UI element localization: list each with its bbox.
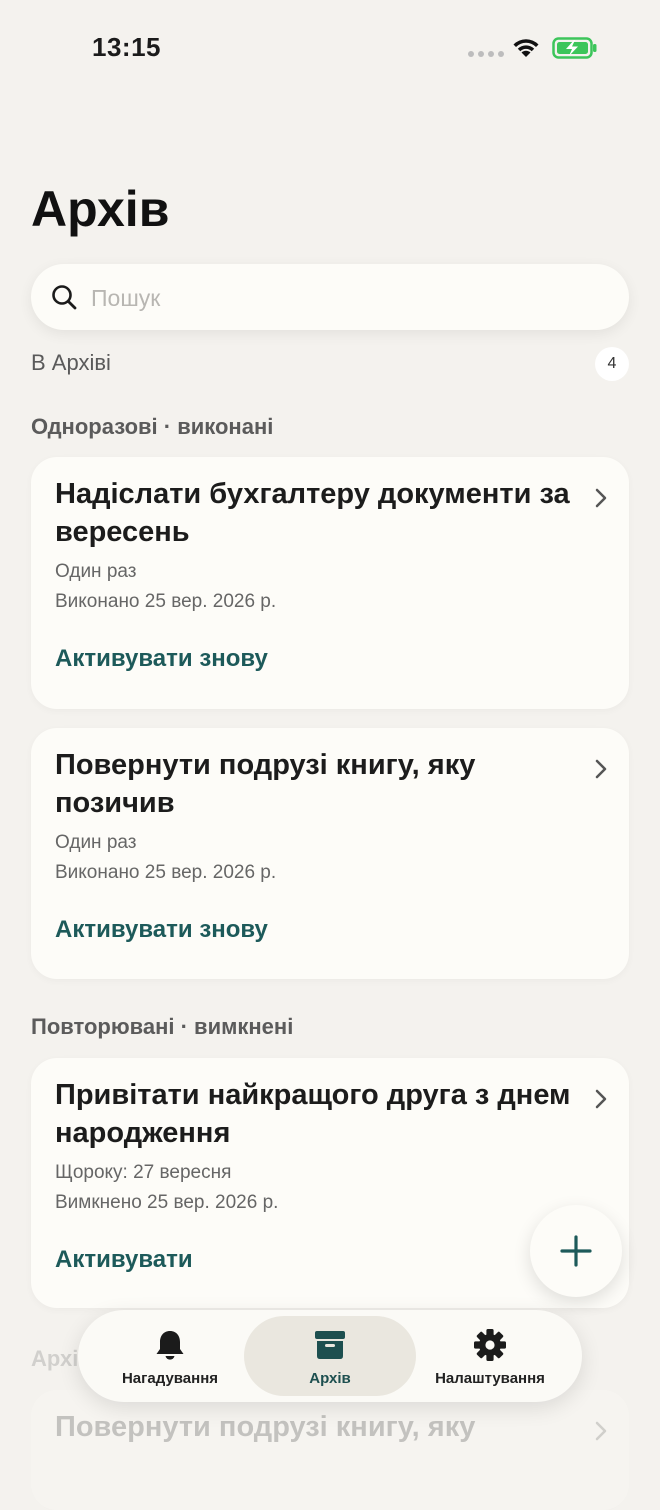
reminder-schedule: Один раз — [55, 561, 137, 582]
section-header-recurring-disabled: Повторювані · вимкнені — [31, 1014, 294, 1039]
reminder-card[interactable]: Повернути подрузі книгу, яку — [31, 1390, 629, 1510]
reminder-status: Виконано 25 вер. 2026 р. — [55, 862, 277, 883]
reminder-schedule: Щороку: 27 вересня — [55, 1162, 232, 1183]
reminder-title: Надіслати бухгалтеру документи за вересе… — [55, 478, 570, 548]
reminder-status: Вимкнено 25 вер. 2026 р. — [55, 1192, 279, 1213]
search-bar[interactable] — [31, 264, 629, 330]
archive-label: В Архіві — [31, 350, 111, 375]
reminder-title: Привітати найкращого друга з днем народж… — [55, 1079, 571, 1149]
activate-button[interactable]: Активувати — [55, 1246, 193, 1274]
tab-archive[interactable]: Архів — [244, 1316, 416, 1396]
wifi-icon — [513, 39, 539, 57]
tab-bar: Нагадування Архів Налаштування — [78, 1310, 582, 1402]
search-icon — [52, 285, 77, 310]
cellular-signal-icon — [468, 51, 504, 57]
archive-count-badge: 4 — [595, 347, 629, 381]
reminder-title: Повернути подрузі книгу, яку — [55, 1411, 476, 1443]
reminder-title: Повернути подрузі книгу, яку позичив — [55, 749, 476, 819]
tab-label: Нагадування — [121, 1370, 219, 1387]
status-time: 13:15 — [92, 32, 161, 62]
tab-label: Архів — [309, 1370, 351, 1387]
battery-charging-icon — [552, 37, 597, 59]
archive-box-icon — [315, 1331, 345, 1359]
section-header-one-time-done: Одноразові · виконані — [31, 414, 274, 439]
reactivate-button[interactable]: Активувати знову — [55, 916, 268, 944]
reminder-card[interactable]: Надіслати бухгалтеру документи за вересе… — [31, 457, 629, 709]
reminder-card[interactable]: Повернути подрузі книгу, яку позичив Оди… — [31, 728, 629, 979]
tab-reminders[interactable]: Нагадування — [90, 1316, 250, 1396]
plus-icon — [560, 1235, 592, 1267]
chevron-right-icon — [595, 1421, 607, 1441]
reactivate-button[interactable]: Активувати знову — [55, 645, 268, 673]
tab-settings[interactable]: Налаштування — [410, 1316, 570, 1396]
bell-icon — [156, 1331, 184, 1360]
chevron-right-icon — [595, 488, 607, 508]
status-bar: 13:15 — [0, 0, 660, 100]
tab-label: Налаштування — [435, 1370, 545, 1387]
chevron-right-icon — [595, 759, 607, 779]
search-input[interactable] — [89, 274, 613, 322]
chevron-right-icon — [595, 1089, 607, 1109]
reminder-status: Виконано 25 вер. 2026 р. — [55, 591, 277, 612]
gear-icon — [474, 1329, 506, 1361]
reminder-schedule: Один раз — [55, 832, 137, 853]
add-reminder-button[interactable] — [530, 1205, 622, 1297]
page-title: Архів — [31, 181, 170, 237]
